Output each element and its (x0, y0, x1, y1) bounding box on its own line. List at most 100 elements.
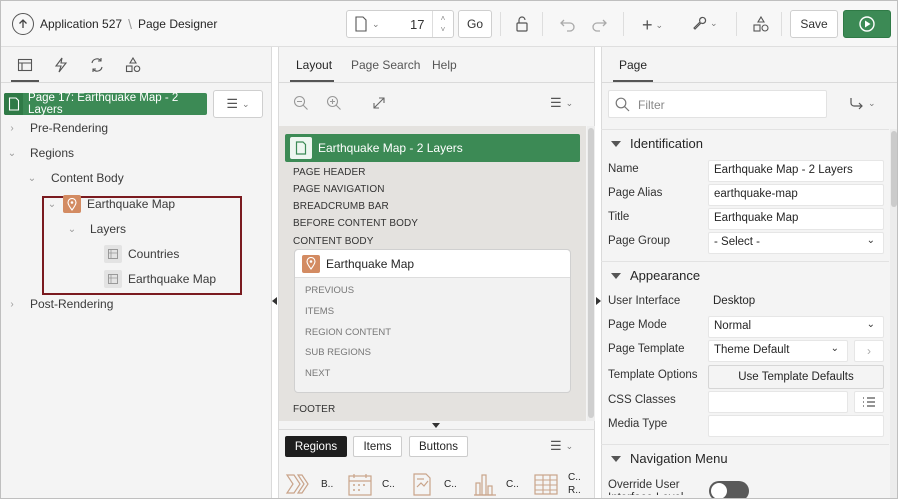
section-identification[interactable]: Identification (601, 129, 889, 157)
page-stepper[interactable]: ˄ ˅ (432, 11, 453, 37)
gallery-tab-regions[interactable]: Regions (285, 436, 347, 457)
section-navigation-menu[interactable]: Navigation Menu (601, 444, 889, 472)
gallery-item[interactable]: C.. (346, 471, 395, 497)
rendering-icon[interactable] (17, 57, 33, 73)
page-node-header[interactable]: Page 17: Earthquake Map - 2 Layers (4, 92, 207, 116)
chevron-right-icon[interactable]: › (7, 123, 17, 134)
media-type-field[interactable] (708, 415, 884, 437)
filter-input[interactable]: Filter (608, 90, 827, 118)
shared-components-icon[interactable] (125, 57, 141, 73)
run-page-button[interactable] (843, 10, 891, 38)
gallery-item[interactable]: B.. (285, 471, 333, 497)
section-appearance[interactable]: Appearance (601, 261, 889, 289)
css-classes-list-button[interactable] (854, 391, 884, 413)
collapse-left-panel-icon[interactable] (272, 297, 277, 305)
tree-item-layers[interactable]: ⌄ Layers (67, 218, 126, 240)
position-content-body[interactable]: CONTENT BODY (293, 236, 373, 247)
name-field[interactable]: Earthquake Map - 2 Layers (708, 160, 884, 182)
gallery-item[interactable]: C.. (408, 471, 457, 497)
properties-scrollbar-thumb[interactable] (891, 131, 897, 207)
position-page-navigation[interactable]: PAGE NAVIGATION (293, 184, 385, 195)
tree-item-earthquake-map-layer[interactable]: Earthquake Map (104, 268, 216, 290)
utilities-menu-button[interactable]: ⌄ (691, 15, 718, 31)
active-tab-indicator (290, 80, 334, 82)
app-name-link[interactable]: Application 527 (40, 17, 122, 31)
page-selector[interactable]: ⌄ 17 ˄ ˅ (346, 10, 454, 38)
undo-icon[interactable] (559, 15, 577, 33)
create-menu-button[interactable]: + ⌄ (642, 15, 663, 36)
rendering-tree-panel: Page 17: Earthquake Map - 2 Layers ☰ ⌄ ›… (1, 47, 272, 498)
collapse-triangle-icon[interactable] (611, 140, 621, 147)
gallery-tab-items[interactable]: Items (353, 436, 402, 457)
region-card[interactable]: Earthquake Map (294, 249, 571, 393)
tab-help[interactable]: Help (432, 58, 457, 72)
property-label: Page Template (608, 343, 685, 355)
tab-page-search[interactable]: Page Search (351, 58, 420, 72)
redo-icon[interactable] (590, 15, 608, 33)
sub-position-region-content[interactable]: REGION CONTENT (305, 327, 391, 338)
page-mode-select[interactable]: Normal ⌄ (708, 316, 884, 338)
expand-icon[interactable] (372, 96, 386, 110)
collapse-triangle-icon[interactable] (611, 455, 621, 462)
region-card-header[interactable]: Earthquake Map (295, 250, 570, 278)
tree-item-countries-layer[interactable]: Countries (104, 243, 179, 265)
page-number-input[interactable]: 17 (410, 17, 424, 32)
chevron-right-icon[interactable]: › (7, 299, 17, 310)
collapse-gallery-icon[interactable] (432, 423, 440, 428)
unlock-icon[interactable] (513, 15, 531, 33)
collapse-triangle-icon[interactable] (611, 272, 621, 279)
stepper-down-icon[interactable]: ˅ (441, 24, 446, 35)
tree-item-post-rendering[interactable]: › Post-Rendering (7, 293, 113, 315)
sub-position-items[interactable]: ITEMS (305, 306, 334, 317)
position-page-header[interactable]: PAGE HEADER (293, 167, 366, 178)
app-home-button[interactable] (12, 13, 34, 35)
chevron-down-icon[interactable]: ⌄ (27, 173, 37, 184)
zoom-out-icon[interactable] (293, 95, 309, 111)
go-to-group-button[interactable]: ⌄ (849, 96, 876, 110)
sub-position-previous[interactable]: PREVIOUS (305, 285, 354, 296)
position-breadcrumb-bar[interactable]: BREADCRUMB BAR (293, 201, 389, 212)
chevron-down-icon[interactable]: ⌄ (7, 148, 17, 159)
save-button[interactable]: Save (790, 10, 838, 38)
sub-position-sub-regions[interactable]: SUB REGIONS (305, 347, 371, 358)
property-override-ui-level: Override User Interface Level (601, 475, 887, 498)
dynamic-actions-icon[interactable] (54, 57, 68, 73)
tab-layout[interactable]: Layout (296, 58, 332, 72)
gallery-item[interactable]: C.. (470, 471, 519, 497)
css-classes-field[interactable] (708, 391, 848, 413)
tree-item-regions[interactable]: ⌄ Regions (7, 142, 74, 164)
property-label: Media Type (608, 418, 668, 430)
title-field[interactable]: Earthquake Map (708, 208, 884, 230)
layout-scrollbar-thumb[interactable] (588, 128, 594, 418)
active-tab-indicator (11, 80, 39, 82)
tree-item-pre-rendering[interactable]: › Pre-Rendering (7, 117, 108, 139)
processing-icon[interactable] (89, 57, 105, 73)
layout-page-header[interactable]: Earthquake Map - 2 Layers (285, 134, 580, 162)
gallery-item[interactable]: C.. R.. (532, 471, 582, 497)
chart-region-icon (474, 474, 496, 496)
gallery-menu-button[interactable]: ☰ ⌄ (550, 438, 573, 454)
go-button[interactable]: Go (458, 10, 492, 38)
chevron-down-icon[interactable]: ⌄ (47, 199, 57, 210)
template-next-button[interactable]: › (854, 340, 884, 362)
properties-scrollbar-track[interactable] (890, 129, 897, 498)
chevron-down-icon[interactable]: ⌄ (67, 224, 77, 235)
layout-scrollbar-track[interactable] (587, 126, 595, 421)
override-toggle[interactable] (709, 481, 749, 498)
tab-page[interactable]: Page (619, 58, 647, 72)
shared-components-icon[interactable] (752, 15, 770, 33)
template-options-button[interactable]: Use Template Defaults (708, 365, 884, 389)
tree-item-content-body[interactable]: ⌄ Content Body (27, 167, 124, 189)
page-template-select[interactable]: Theme Default ⌄ (708, 340, 848, 362)
layout-menu-button[interactable]: ☰ ⌄ (550, 95, 573, 111)
sub-position-next[interactable]: NEXT (305, 368, 330, 379)
page-alias-field[interactable]: earthquake-map (708, 184, 884, 206)
zoom-in-icon[interactable] (326, 95, 342, 111)
page-group-select[interactable]: - Select - ⌄ (708, 232, 884, 254)
position-before-content-body[interactable]: BEFORE CONTENT BODY (293, 218, 418, 229)
stepper-up-icon[interactable]: ˄ (441, 13, 446, 24)
position-footer[interactable]: FOOTER (293, 404, 335, 415)
tree-item-earthquake-map-region[interactable]: ⌄ Earthquake Map (47, 193, 175, 215)
tree-menu-button[interactable]: ☰ ⌄ (213, 90, 263, 118)
gallery-tab-buttons[interactable]: Buttons (409, 436, 468, 457)
